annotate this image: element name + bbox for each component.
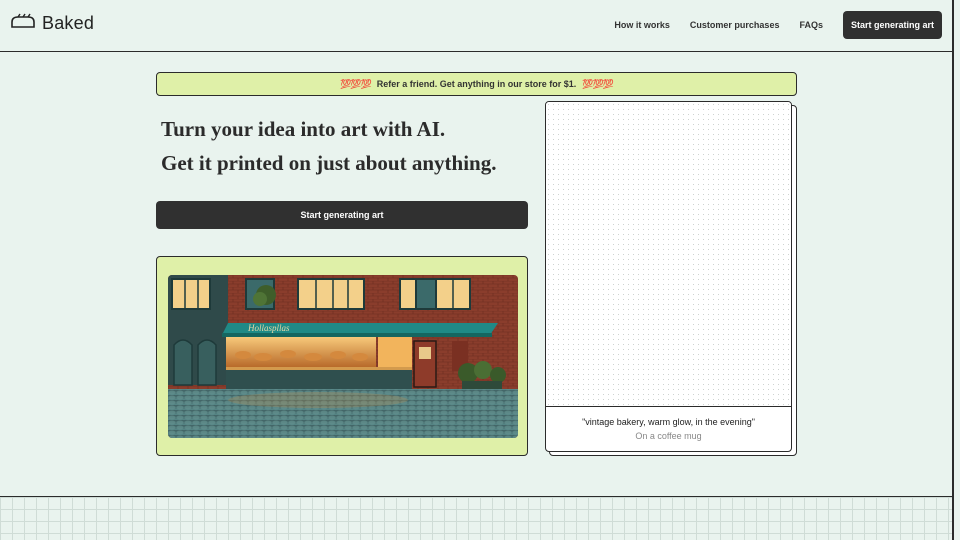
bakery-art-image: Hollaspllas — [168, 275, 518, 438]
hundred-points-icon: 💯💯💯 — [582, 78, 614, 89]
brand-logo[interactable]: Baked — [10, 13, 94, 34]
example-art-card: Hollaspllas — [156, 256, 528, 456]
header-start-generating-button[interactable]: Start generating art — [842, 11, 942, 39]
site-header: Baked How it works Customer purchases FA… — [0, 0, 952, 52]
top-nav: How it works Customer purchases FAQs Sta… — [614, 11, 942, 39]
hero-start-generating-button[interactable]: Start generating art — [156, 201, 528, 229]
preview-canvas — [546, 102, 791, 407]
preview-card: "vintage bakery, warm glow, in the eveni… — [545, 101, 792, 452]
referral-text: Refer a friend. Get anything in our stor… — [376, 79, 577, 89]
hundred-points-icon: 💯💯💯 — [340, 78, 372, 89]
nav-faqs[interactable]: FAQs — [799, 20, 823, 30]
nav-customer-purchases[interactable]: Customer purchases — [690, 20, 780, 30]
grid-section — [0, 496, 952, 540]
preview-product: On a coffee mug — [635, 431, 702, 441]
brand-name: Baked — [42, 13, 95, 33]
referral-banner[interactable]: 💯💯💯 Refer a friend. Get anything in our … — [156, 72, 797, 96]
hero-line-1: Turn your idea into art with AI. — [161, 117, 446, 141]
nav-how-it-works[interactable]: How it works — [614, 20, 670, 30]
svg-text:Hollaspllas: Hollaspllas — [247, 323, 290, 333]
hero-headline: Turn your idea into art with AI. Get it … — [161, 112, 496, 180]
bread-logo-icon — [10, 13, 36, 34]
hero-line-2: Get it printed on just about anything. — [161, 151, 497, 175]
page-edge-divider — [952, 0, 954, 540]
preview-prompt: "vintage bakery, warm glow, in the eveni… — [582, 417, 755, 427]
